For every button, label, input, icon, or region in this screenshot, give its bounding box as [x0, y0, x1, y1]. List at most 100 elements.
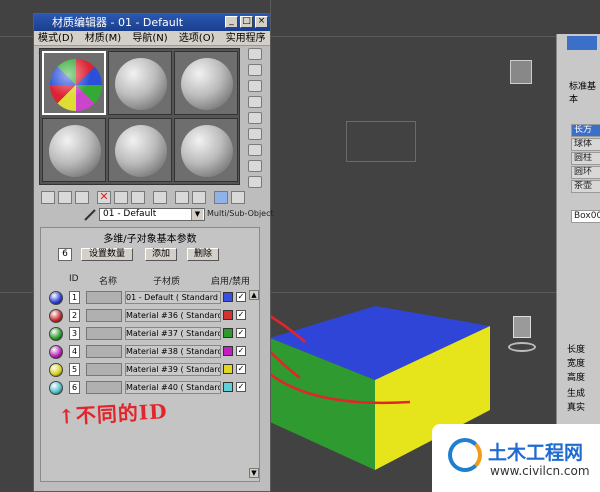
real-world-label[interactable]: 真实 [567, 400, 585, 413]
background-icon[interactable] [248, 80, 262, 92]
material-id-channel-icon[interactable] [153, 191, 167, 204]
put-to-library-icon[interactable] [131, 191, 145, 204]
show-end-result-icon[interactable] [192, 191, 206, 204]
row-submaterial-button[interactable]: 01 - Default ( Standard ) [125, 291, 221, 304]
video-color-check-icon[interactable] [248, 112, 262, 124]
set-number-button[interactable]: 设置数量 [81, 248, 133, 261]
sample-slot-1[interactable] [42, 51, 106, 115]
row-submaterial-button[interactable]: Material #39 ( Standard ) [125, 363, 221, 376]
object-type-cylinder[interactable]: 圆柱 [571, 152, 600, 165]
put-material-icon[interactable] [58, 191, 72, 204]
sample-slot-6[interactable] [174, 118, 238, 182]
column-submaterial-header[interactable]: 子材质 [153, 274, 180, 287]
make-preview-icon[interactable] [248, 128, 262, 140]
row-name-field[interactable] [86, 345, 122, 358]
row-color-swatch[interactable] [223, 364, 233, 374]
row-submaterial-button[interactable]: Material #40 ( Standard ) [125, 381, 221, 394]
sample-type-icon[interactable] [248, 48, 262, 60]
minimize-button[interactable]: _ [225, 16, 238, 28]
row-id-field[interactable]: 1 [69, 291, 80, 304]
options-icon[interactable] [248, 144, 262, 156]
material-editor-titlebar[interactable]: 材质编辑器 - 01 - Default _ □ × [34, 14, 270, 31]
submaterial-row: 6 Material #40 ( Standard ) ✓ [49, 380, 249, 396]
watermark: 土木工程网 www.civilcn.com [432, 424, 600, 492]
row-enable-checkbox[interactable]: ✓ [236, 364, 246, 374]
height-label: 高度 [567, 373, 586, 383]
row-id-field[interactable]: 6 [69, 381, 80, 394]
row-submaterial-button[interactable]: Material #38 ( Standard ) [125, 345, 221, 358]
row-sample-ball[interactable] [49, 327, 63, 341]
material-type-button[interactable]: Multi/Sub-Object [207, 209, 274, 218]
row-enable-checkbox[interactable]: ✓ [236, 346, 246, 356]
multi-sub-rollout: 多维/子对象基本参数 6 设置数量 添加 删除 ID 名称 子材质 启用/禁用 … [40, 227, 260, 482]
row-name-field[interactable] [86, 327, 122, 340]
row-submaterial-button[interactable]: Material #37 ( Standard ) [125, 327, 221, 340]
select-by-material-icon[interactable] [248, 160, 262, 172]
uv-tiling-icon[interactable] [248, 96, 262, 108]
material-name-field[interactable]: 01 - Default [99, 208, 205, 221]
row-submaterial-button[interactable]: Material #36 ( Standard ) [125, 309, 221, 322]
row-color-swatch[interactable] [223, 292, 233, 302]
row-color-swatch[interactable] [223, 328, 233, 338]
row-id-field[interactable]: 3 [69, 327, 80, 340]
column-name-header[interactable]: 名称 [99, 274, 117, 287]
row-enable-checkbox[interactable]: ✓ [236, 328, 246, 338]
row-id-field[interactable]: 4 [69, 345, 80, 358]
column-id-header[interactable]: ID [69, 274, 79, 284]
go-to-parent-icon[interactable] [214, 191, 228, 204]
make-unique-icon[interactable] [114, 191, 128, 204]
sample-slot-3[interactable] [174, 51, 238, 115]
row-sample-ball[interactable] [49, 345, 63, 359]
row-color-swatch[interactable] [223, 382, 233, 392]
menu-mode[interactable]: 模式(D) [38, 33, 74, 44]
row-name-field[interactable] [86, 381, 122, 394]
material-count-field[interactable]: 6 [58, 248, 72, 261]
row-id-field[interactable]: 2 [69, 309, 80, 322]
reset-icon[interactable]: ✕ [97, 191, 111, 204]
backlight-icon[interactable] [248, 64, 262, 76]
row-name-field[interactable] [86, 291, 122, 304]
rollout-title[interactable]: 多维/子对象基本参数 [41, 230, 259, 245]
generate-uv-label[interactable]: 生成 [567, 386, 585, 399]
close-button[interactable]: × [255, 16, 268, 28]
menu-material[interactable]: 材质(M) [85, 33, 121, 44]
create-tab-icon[interactable] [567, 36, 597, 50]
object-type-sphere[interactable]: 球体 [571, 138, 600, 151]
object-type-teapot[interactable]: 茶壶 [571, 180, 600, 193]
row-sample-ball[interactable] [49, 291, 63, 305]
maximize-button[interactable]: □ [240, 16, 253, 28]
row-name-field[interactable] [86, 309, 122, 322]
object-name-field[interactable]: Box001 [571, 210, 600, 223]
row-sample-ball[interactable] [49, 309, 63, 323]
get-material-icon[interactable] [41, 191, 55, 204]
sample-slot-2[interactable] [108, 51, 172, 115]
go-forward-icon[interactable] [231, 191, 245, 204]
add-button[interactable]: 添加 [145, 248, 177, 261]
row-sample-ball[interactable] [49, 381, 63, 395]
window-title: 材质编辑器 - 01 - Default [52, 16, 184, 29]
delete-button[interactable]: 删除 [187, 248, 219, 261]
row-sample-ball[interactable] [49, 363, 63, 377]
material-navigator-icon[interactable] [248, 176, 262, 188]
row-enable-checkbox[interactable]: ✓ [236, 382, 246, 392]
menu-navigation[interactable]: 导航(N) [132, 33, 167, 44]
show-map-icon[interactable] [175, 191, 189, 204]
eyedropper-icon[interactable] [83, 208, 97, 221]
row-id-field[interactable]: 5 [69, 363, 80, 376]
row-color-swatch[interactable] [223, 346, 233, 356]
scroll-down-icon[interactable]: ▼ [249, 468, 259, 478]
site-logo-icon [448, 438, 482, 472]
scroll-up-icon[interactable]: ▲ [249, 290, 259, 300]
sample-slot-5[interactable] [108, 118, 172, 182]
menu-options[interactable]: 选项(O) [179, 33, 215, 44]
chevron-down-icon[interactable]: ▼ [191, 209, 203, 220]
object-type-torus[interactable]: 圆环 [571, 166, 600, 179]
row-enable-checkbox[interactable]: ✓ [236, 292, 246, 302]
sample-slot-4[interactable] [42, 118, 106, 182]
row-color-swatch[interactable] [223, 310, 233, 320]
row-name-field[interactable] [86, 363, 122, 376]
length-label: 长度 [567, 345, 586, 355]
object-type-box[interactable]: 长方 [571, 124, 600, 137]
assign-material-icon[interactable] [75, 191, 89, 204]
row-enable-checkbox[interactable]: ✓ [236, 310, 246, 320]
